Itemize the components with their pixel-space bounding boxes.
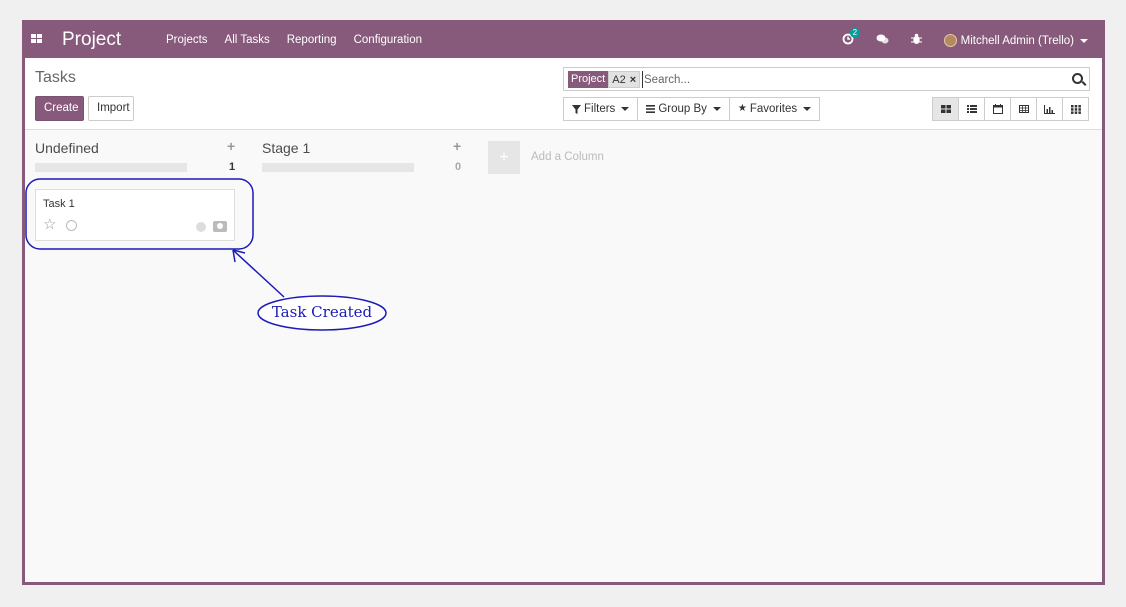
activity-clock-icon[interactable]: 2	[842, 28, 861, 48]
quick-create-plus-icon[interactable]: +	[453, 138, 461, 154]
debug-bug-icon[interactable]	[910, 33, 922, 48]
top-menu: Projects All Tasks Reporting Configurati…	[166, 34, 439, 46]
activity-view-button[interactable]	[1062, 97, 1089, 121]
facet-value-text: A2	[612, 74, 626, 86]
pivot-icon	[1018, 105, 1029, 113]
search-facet: Project A2 ×	[568, 71, 641, 88]
list-icon	[966, 105, 977, 113]
filters-caret-icon	[621, 107, 630, 111]
calendar-icon	[992, 104, 1003, 114]
favorites-caret-icon	[803, 107, 812, 111]
activity-icon	[1070, 104, 1081, 114]
group-by-caret-icon	[712, 107, 721, 111]
column-count: 0	[455, 161, 462, 173]
import-button[interactable]: Import	[88, 96, 134, 121]
column-progress-bar	[262, 163, 414, 172]
menu-projects[interactable]: Projects	[166, 34, 208, 46]
search-options: Filters Group By ★ Favorites	[563, 97, 821, 121]
chat-icon[interactable]	[876, 34, 889, 48]
list-view-button[interactable]	[958, 97, 985, 121]
kanban-state-icon[interactable]	[196, 222, 206, 232]
add-column-plus-icon[interactable]: +	[488, 141, 520, 174]
activity-clock-icon[interactable]	[66, 220, 77, 231]
search-bar: Project A2 ×	[563, 67, 1090, 91]
facet-value: A2 ×	[608, 71, 641, 88]
user-avatar	[943, 34, 957, 47]
systray: 2 Mitchell Admin (Trello)	[842, 23, 1102, 58]
favorites-label: Favorites	[749, 103, 798, 115]
add-column-link[interactable]: Add a Column	[531, 151, 604, 163]
group-by-label: Group By	[658, 103, 707, 115]
group-by-button[interactable]: Group By	[637, 97, 730, 121]
kanban-board: Undefined + 1 Stage 1 + 0 + Add a Column…	[25, 131, 1102, 582]
user-name: Mitchell Admin (Trello)	[960, 34, 1074, 47]
bars-icon	[646, 105, 656, 113]
app-window: Project Projects All Tasks Reporting Con…	[22, 20, 1105, 585]
apps-menu-icon[interactable]	[31, 34, 42, 44]
kanban-icon	[940, 105, 951, 113]
filter-icon	[572, 104, 581, 114]
pivot-view-button[interactable]	[1010, 97, 1037, 121]
annotation-text: Task Created	[271, 303, 373, 321]
search-icon[interactable]	[1072, 73, 1083, 84]
activity-count-badge: 2	[849, 28, 861, 38]
facet-label: Project	[568, 71, 609, 88]
column-title-undefined[interactable]: Undefined	[35, 140, 99, 156]
star-filled-icon: ★	[737, 103, 747, 114]
graph-view-button[interactable]	[1036, 97, 1063, 121]
calendar-view-button[interactable]	[984, 97, 1011, 121]
menu-configuration[interactable]: Configuration	[354, 34, 422, 46]
control-panel: Tasks Create Import Project A2 × Filters …	[25, 58, 1102, 130]
filters-button[interactable]: Filters	[563, 97, 639, 121]
graph-icon	[1044, 104, 1055, 114]
menu-all-tasks[interactable]: All Tasks	[225, 34, 270, 46]
favorites-button[interactable]: ★ Favorites	[728, 97, 821, 121]
user-caret-icon	[1080, 38, 1088, 43]
quick-create-plus-icon[interactable]: +	[227, 138, 235, 154]
view-switcher	[932, 97, 1089, 121]
kanban-view-button[interactable]	[932, 97, 959, 121]
search-input[interactable]	[642, 71, 1042, 88]
user-menu[interactable]: Mitchell Admin (Trello)	[943, 34, 1088, 47]
facet-remove-icon[interactable]: ×	[630, 74, 636, 86]
card-title: Task 1	[43, 198, 75, 210]
column-count: 1	[229, 161, 236, 173]
kanban-card[interactable]: Task 1 ☆	[35, 189, 235, 241]
app-brand[interactable]: Project	[62, 29, 121, 51]
page-title: Tasks	[35, 69, 76, 86]
create-button[interactable]: Create	[35, 96, 84, 121]
menu-reporting[interactable]: Reporting	[287, 34, 337, 46]
user-avatar-icon	[213, 221, 227, 232]
priority-star-icon[interactable]: ☆	[43, 217, 56, 232]
main-navbar: Project Projects All Tasks Reporting Con…	[25, 23, 1102, 58]
column-title-stage-1[interactable]: Stage 1	[262, 140, 310, 156]
filters-label: Filters	[584, 103, 616, 115]
column-progress-bar	[35, 163, 187, 172]
